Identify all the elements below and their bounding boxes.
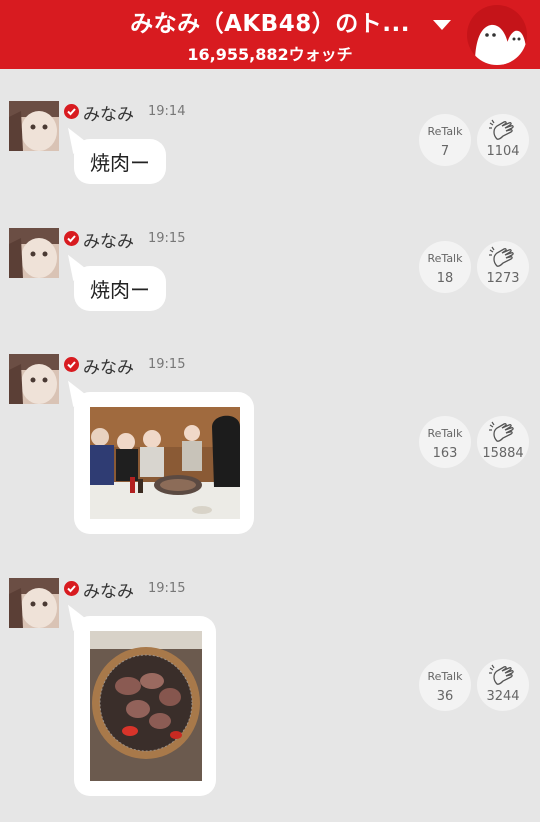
post-item: みなみ 19:15 ReTalk 36 3244	[0, 578, 540, 798]
clap-button[interactable]: 1273	[477, 241, 529, 293]
grill-photo[interactable]	[90, 631, 202, 781]
clap-icon	[489, 421, 514, 442]
clap-button[interactable]: 15884	[477, 416, 529, 468]
clap-count: 1273	[486, 271, 520, 286]
avatar[interactable]	[9, 228, 59, 278]
retalk-label: ReTalk	[427, 125, 463, 138]
retalk-button[interactable]: ReTalk 18	[419, 241, 471, 293]
verified-check-icon	[64, 357, 79, 372]
post-time: 19:15	[148, 357, 186, 372]
post-item: みなみ 19:15 ReTalk 163 15884	[0, 354, 540, 539]
avatar[interactable]	[9, 101, 59, 151]
message-text: 焼肉ー	[90, 278, 150, 302]
post-time: 19:15	[148, 231, 186, 246]
retalk-label: ReTalk	[427, 427, 463, 440]
retalk-count: 18	[436, 271, 454, 286]
retalk-label: ReTalk	[427, 252, 463, 265]
clap-count: 3244	[486, 689, 520, 704]
post-time: 19:14	[148, 104, 186, 119]
clap-icon	[489, 664, 514, 685]
post-time: 19:15	[148, 581, 186, 596]
avatar[interactable]	[9, 354, 59, 404]
retalk-button[interactable]: ReTalk 36	[419, 659, 471, 711]
clap-button[interactable]: 3244	[477, 659, 529, 711]
group-photo[interactable]	[90, 407, 240, 519]
verified-check-icon	[64, 581, 79, 596]
watch-count: 16,955,882ウォッチ	[187, 45, 353, 64]
page-title[interactable]: みなみ（AKB48）のト...	[0, 4, 540, 38]
author-name: みなみ	[83, 582, 134, 602]
author-name: みなみ	[83, 358, 134, 378]
author-name: みなみ	[83, 232, 134, 252]
message-bubble[interactable]	[74, 616, 216, 796]
retalk-label: ReTalk	[427, 670, 463, 683]
mascot-icon[interactable]	[467, 5, 527, 65]
app-header: みなみ（AKB48）のト... 16,955,882ウォッチ	[0, 0, 540, 69]
message-bubble[interactable]	[74, 392, 254, 534]
message-bubble[interactable]: 焼肉ー	[74, 266, 166, 311]
triangle-down-icon[interactable]	[431, 16, 453, 34]
verified-check-icon	[64, 231, 79, 246]
clap-icon	[489, 246, 514, 267]
retalk-count: 163	[432, 446, 458, 461]
author-name: みなみ	[83, 105, 134, 125]
message-text: 焼肉ー	[90, 151, 150, 175]
retalk-button[interactable]: ReTalk 163	[419, 416, 471, 468]
clap-count: 15884	[482, 446, 524, 461]
avatar[interactable]	[9, 578, 59, 628]
retalk-button[interactable]: ReTalk 7	[419, 114, 471, 166]
clap-icon	[489, 119, 514, 140]
retalk-count: 7	[440, 144, 450, 159]
message-bubble[interactable]: 焼肉ー	[74, 139, 166, 184]
post-item: みなみ 19:15 焼肉ー ReTalk 18 1273	[0, 228, 540, 318]
retalk-count: 36	[436, 689, 454, 704]
verified-check-icon	[64, 104, 79, 119]
clap-button[interactable]: 1104	[477, 114, 529, 166]
post-item: みなみ 19:14 焼肉ー ReTalk 7 1104	[0, 101, 540, 191]
clap-count: 1104	[486, 144, 520, 159]
